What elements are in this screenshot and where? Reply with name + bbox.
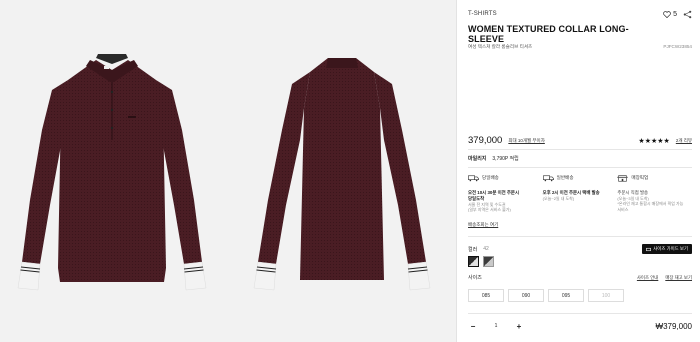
heart-icon — [663, 10, 671, 18]
divider — [468, 149, 692, 150]
color-swatch[interactable] — [468, 256, 479, 267]
product-gallery — [0, 0, 456, 342]
color-row: 컬러 42 사이즈 가이드 보기 — [468, 244, 692, 254]
quantity-increase-button[interactable]: + — [514, 321, 524, 331]
divider — [468, 313, 692, 314]
size-options: 085 090 095 100 — [468, 289, 624, 302]
product-info-panel: T-SHIRTS 5 WOMEN TEXTURED COLLAR LONG-SL — [457, 0, 700, 342]
shirt-back-image — [253, 58, 431, 291]
divider — [468, 167, 692, 168]
delivery-option-label: 당일배송 — [482, 175, 499, 180]
size-guide-link[interactable]: 사이즈 안내 — [637, 275, 658, 281]
product-title: WOMEN TEXTURED COLLAR LONG-SLEEVE — [468, 24, 629, 44]
delivery-option-pickup: 매장픽업 주문시 직접 발송 (오늘~3일 내 도착) *온라인 재고 통합시 … — [617, 172, 692, 213]
size-label: 사이즈 — [468, 275, 482, 281]
quantity-value[interactable]: 1 — [478, 323, 514, 329]
delivery-option-standard: 일반배송 오후 2시 이전 주문시 택배 발송 (오늘~2일 내 도착) — [543, 172, 618, 213]
quantity-decrease-button[interactable]: − — [468, 321, 478, 331]
mileage-row: 마일리지 3,790P 적립 — [468, 155, 519, 162]
color-label: 컬러 — [468, 246, 478, 253]
delivery-option-same-day: 당일배송 오전 10시 30분 이전 주문시 당일도착 서울 전 지역 및 수도… — [468, 172, 543, 213]
size-option[interactable]: 090 — [508, 289, 544, 302]
review-count-link[interactable]: 2개 리뷰 — [676, 138, 692, 144]
delivery-options: 당일배송 오전 10시 30분 이전 주문시 당일도착 서울 전 지역 및 수도… — [468, 172, 692, 213]
product-topbar: T-SHIRTS 5 — [468, 9, 692, 19]
delivery-option-note: (오늘~2일 내 도착) — [542, 196, 575, 201]
top-actions: 5 — [663, 10, 692, 19]
size-option[interactable]: 100 — [588, 289, 624, 302]
truck-icon — [468, 174, 479, 181]
size-guide-label: 사이즈 가이드 보기 — [653, 246, 688, 251]
rating-stars: ★★★★★ — [638, 137, 670, 145]
share-icon[interactable] — [683, 10, 692, 19]
total-price: ₩379,000 — [655, 321, 692, 331]
size-links: 사이즈 안내 매장 재고 보기 — [637, 275, 692, 281]
size-row: 사이즈 사이즈 안내 매장 재고 보기 — [468, 274, 692, 282]
size-option[interactable]: 095 — [548, 289, 584, 302]
mileage-label: 마일리지 — [468, 156, 487, 162]
delivery-option-note: *온라인 재고 통합시 매장에서 픽업 가능 서비스 — [617, 201, 684, 212]
product-category[interactable]: T-SHIRTS — [468, 11, 497, 17]
delivery-option-note: (일부 지역은 서비스 불가) — [468, 207, 511, 213]
delivery-option-label: 일반배송 — [556, 175, 574, 180]
color-swatch[interactable] — [483, 256, 494, 267]
delivery-option-header: 일반배송 — [542, 172, 614, 184]
wish-button[interactable]: 5 — [663, 11, 677, 18]
color-swatches — [468, 256, 494, 267]
product-page: T-SHIRTS 5 WOMEN TEXTURED COLLAR LONG-SL — [0, 0, 700, 342]
product-photo-front[interactable] — [0, 0, 228, 342]
truck-icon — [542, 174, 554, 181]
product-subline: 여성 텍스쳐 칼라 롱슬리브 티셔츠 PJFCW23854 — [468, 44, 692, 50]
mileage-value: 3,790P 적립 — [492, 156, 519, 162]
delivery-tracking-link[interactable]: 배송조회는 여기 — [468, 222, 498, 228]
delivery-option-body: 오후 2시 이전 주문시 택배 발송 (오늘~2일 내 도착) — [543, 190, 614, 201]
store-icon — [617, 174, 629, 182]
installment-link[interactable]: 최대 10개월 무이자 — [508, 138, 545, 144]
shirt-front-image — [17, 54, 207, 291]
product-price: 379,000 — [468, 135, 503, 146]
delivery-option-header: 매장픽업 — [617, 172, 688, 184]
size-option[interactable]: 085 — [468, 289, 504, 302]
wish-count: 5 — [673, 10, 677, 18]
delivery-option-body: 오전 10시 30분 이전 주문시 당일도착 서울 전 지역 및 수도권 (일부… — [468, 190, 539, 213]
quantity-row: − 1 + ₩379,000 — [468, 321, 692, 331]
delivery-option-label: 매장픽업 — [631, 175, 649, 180]
delivery-option-header: 당일배송 — [468, 172, 539, 184]
delivery-option-body: 주문시 직접 발송 (오늘~3일 내 도착) *온라인 재고 통합시 매장에서 … — [617, 190, 688, 212]
price-row: 379,000 최대 10개월 무이자 ★★★★★ 2개 리뷰 — [468, 135, 692, 146]
color-count: 42 — [483, 246, 489, 252]
size-guide-button[interactable]: 사이즈 가이드 보기 — [642, 244, 692, 254]
product-subtitle: 여성 텍스쳐 칼라 롱슬리브 티셔츠 — [468, 44, 533, 49]
divider — [468, 236, 692, 237]
product-code: PJFCW23854 — [663, 44, 692, 49]
product-photo-back[interactable] — [228, 0, 456, 342]
ruler-icon — [646, 247, 652, 251]
store-stock-link[interactable]: 매장 재고 보기 — [665, 275, 692, 281]
